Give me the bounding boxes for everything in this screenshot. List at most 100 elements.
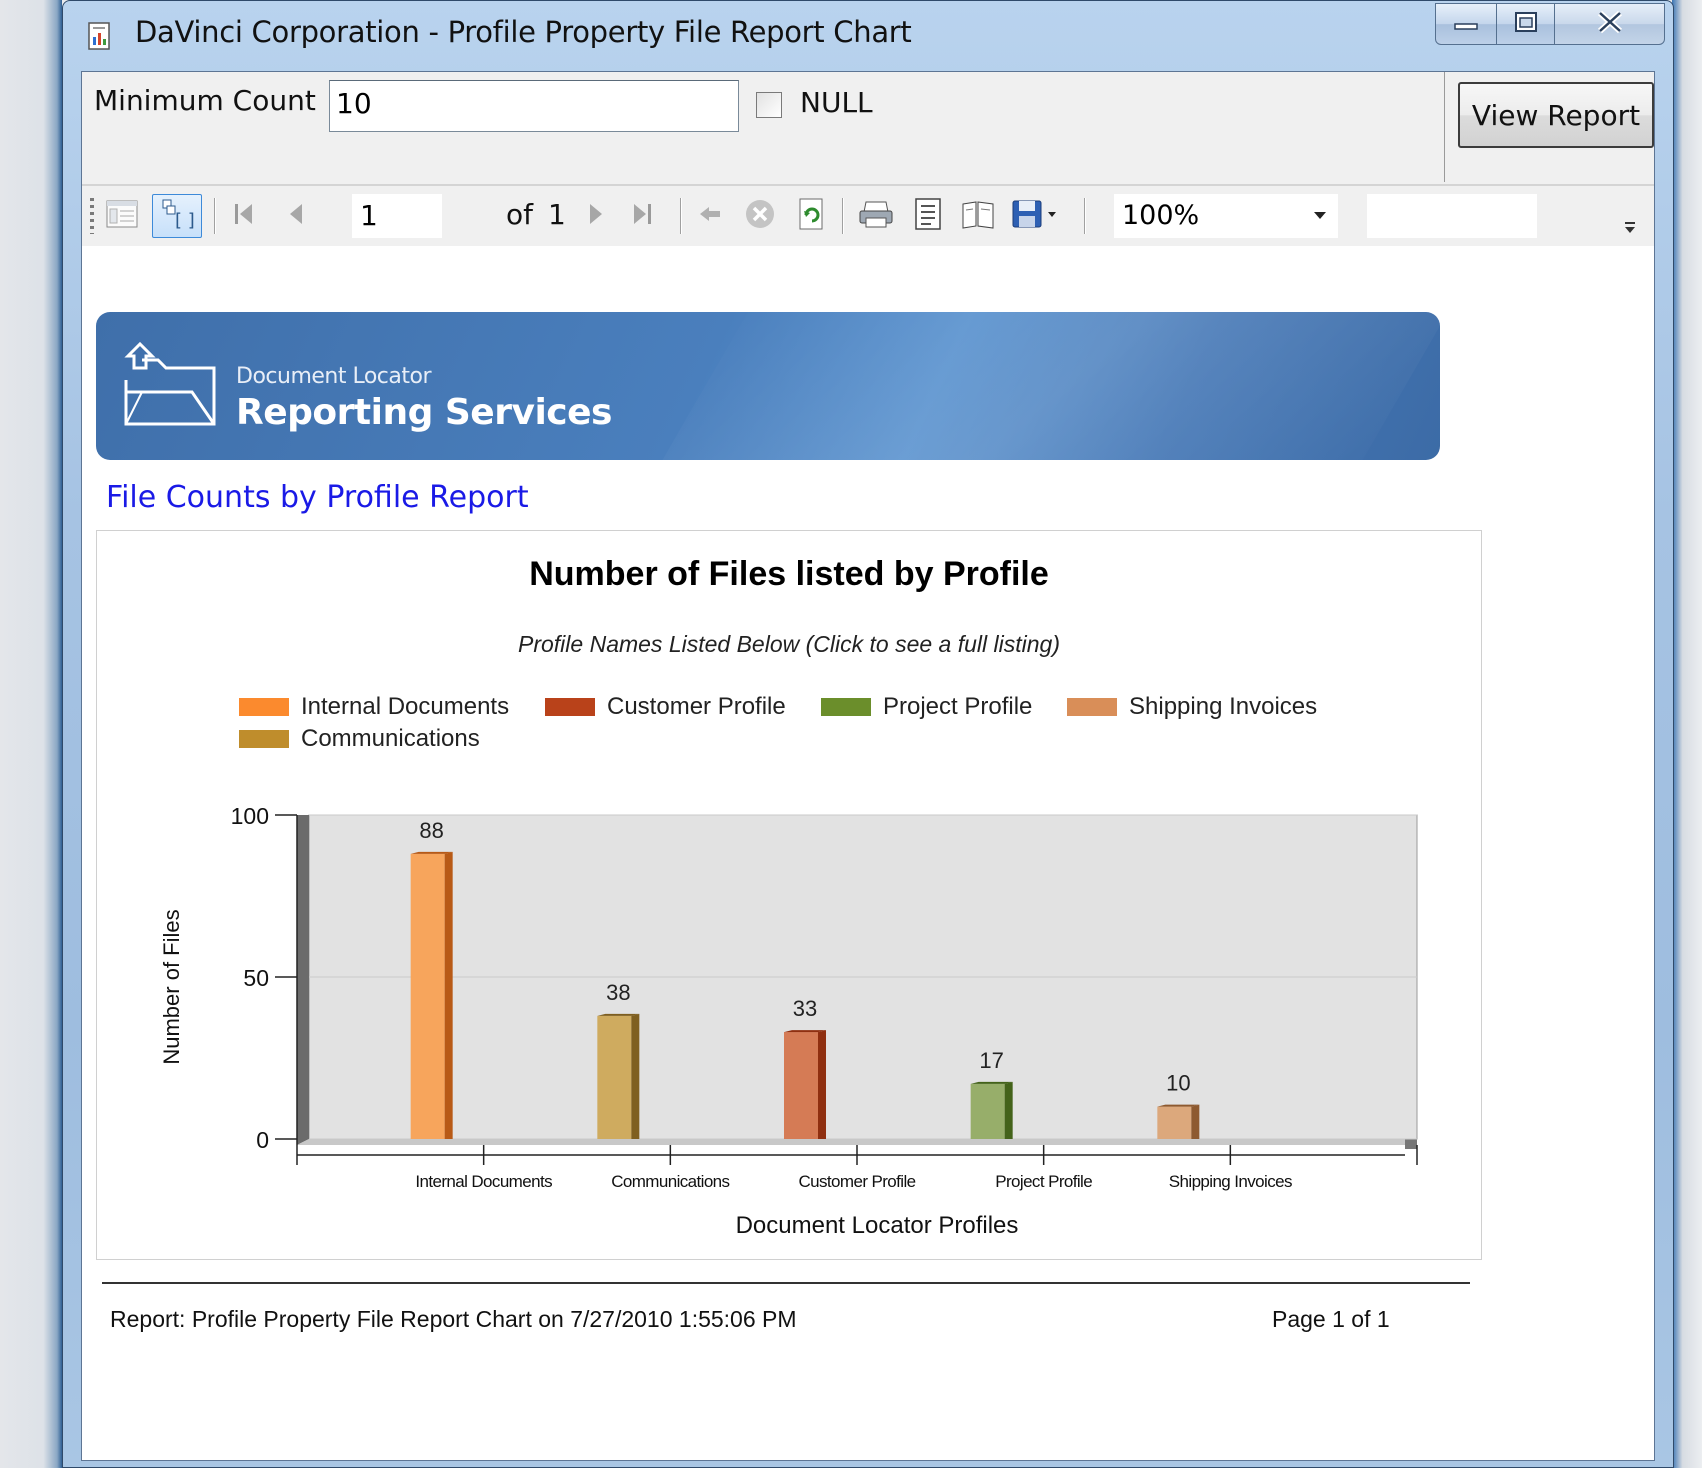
page-setup-icon [960,198,996,234]
y-axis-title: Number of Files [159,909,184,1064]
null-checkbox-label[interactable]: NULL [800,86,873,119]
page-indicator: Page 1 of 1 [1272,1306,1390,1332]
page-setup-button[interactable] [958,196,998,236]
report-footer-info: Report: Profile Property File Report Cha… [110,1306,797,1332]
folder-logo-icon [122,340,222,430]
next-page-button[interactable] [576,196,616,236]
current-page-input[interactable]: 1 [352,194,442,238]
of-label: of [506,198,533,231]
back-button[interactable] [690,196,730,236]
reporting-services-banner: Document Locator Reporting Services [96,312,1440,460]
print-layout-icon [913,197,943,235]
refresh-icon [797,197,827,235]
bar [1157,1106,1192,1139]
plot-floor [297,1139,1417,1145]
data-label: 38 [606,980,630,1005]
y-tick-label: 50 [243,965,269,991]
plot-floor-corner [1405,1139,1417,1149]
parameters-icon: [ ] [157,196,197,236]
desktop-background-right [1672,0,1702,1468]
desktop-background-left [0,0,62,1468]
caption-buttons [1435,3,1665,47]
export-button[interactable] [1008,196,1064,236]
title-bar[interactable]: DaVinci Corporation - Profile Property F… [63,1,1673,71]
prev-page-icon [284,200,308,232]
find-text-input[interactable] [1367,194,1537,238]
stop-icon [744,198,776,234]
toolbar-overflow-icon[interactable] [1624,220,1636,234]
bar-side [631,1013,640,1139]
y-tick-label: 0 [256,1127,269,1153]
null-checkbox[interactable] [756,92,782,118]
doc-map-icon [105,198,139,234]
bar-side [1191,1104,1200,1139]
bar-side [818,1030,826,1139]
minimize-icon [1453,15,1479,34]
print-icon [858,198,894,234]
toolbar-separator [680,198,682,234]
parameters-bar: Minimum Count 10 NULL View Report [82,72,1654,186]
parameters-toggle-button[interactable]: [ ] [152,194,202,238]
chart-container[interactable]: Number of Files listed by Profile Profil… [96,530,1482,1260]
report-heading: File Counts by Profile Report [106,480,529,515]
first-page-button[interactable] [224,196,264,236]
refresh-button[interactable] [792,196,832,236]
minimize-button[interactable] [1435,3,1497,45]
params-divider [1444,72,1445,182]
maximize-icon [1514,11,1538,37]
client-area: Minimum Count 10 NULL View Report [ ] 1 … [81,71,1655,1461]
bar-side [1004,1081,1013,1139]
print-layout-button[interactable] [908,196,948,236]
back-icon [697,203,723,229]
report-app-icon [87,21,113,51]
toolbar-separator [842,198,844,234]
minimum-count-input[interactable]: 10 [329,80,739,132]
stop-button[interactable] [740,196,780,236]
banner-subtitle: Document Locator [236,364,432,389]
bar-chart-plot: 0 50 100 88 Internal Documents 38 Communicatio… [159,803,1418,1239]
banner-swoosh [620,312,1440,460]
report-toolbar: [ ] 1 of 1 100% [82,186,1654,246]
bar [784,1032,818,1139]
toolbar-separator [214,198,216,234]
data-label: 17 [979,1048,1003,1073]
bar [970,1083,1005,1139]
data-label: 88 [419,818,443,843]
bar-side [444,851,453,1139]
zoom-select[interactable]: 100% [1114,194,1338,238]
view-report-button[interactable]: View Report [1458,82,1654,148]
x-tick-label: Shipping Invoices [1169,1172,1292,1191]
export-icon [1010,198,1062,234]
x-tick-label: Project Profile [995,1172,1092,1191]
last-page-button[interactable] [622,196,662,236]
banner-title: Reporting Services [236,392,612,433]
x-tick-label: Internal Documents [415,1172,552,1191]
x-tick-label: Customer Profile [799,1172,916,1191]
window-title: DaVinci Corporation - Profile Property F… [135,15,912,49]
svg-text:[ ]: [ ] [175,210,195,231]
close-icon [1596,10,1624,38]
previous-page-button[interactable] [276,196,316,236]
minimum-count-label: Minimum Count [94,84,316,117]
toolbar-grip[interactable] [90,198,94,234]
close-button[interactable] [1555,3,1665,45]
toolbar-separator [1084,198,1086,234]
bar [410,853,445,1139]
doc-map-button[interactable] [102,196,142,236]
data-label: 33 [793,996,817,1021]
report-window: DaVinci Corporation - Profile Property F… [62,0,1674,1468]
maximize-button[interactable] [1497,3,1555,45]
x-axis-title: Document Locator Profiles [736,1212,1019,1239]
report-viewer: Document Locator Reporting Services File… [82,248,1654,1458]
zoom-value: 100% [1122,200,1200,231]
x-tick-label: Communications [611,1172,729,1191]
zoom-dropdown-icon[interactable] [1314,212,1326,219]
first-page-icon [230,200,258,232]
total-pages: 1 [548,198,566,231]
print-button[interactable] [856,196,896,236]
plot-left-wall [297,815,309,1145]
y-tick-label: 100 [231,803,269,829]
data-label: 10 [1166,1071,1190,1096]
footer-divider [102,1282,1470,1284]
last-page-icon [628,200,656,232]
